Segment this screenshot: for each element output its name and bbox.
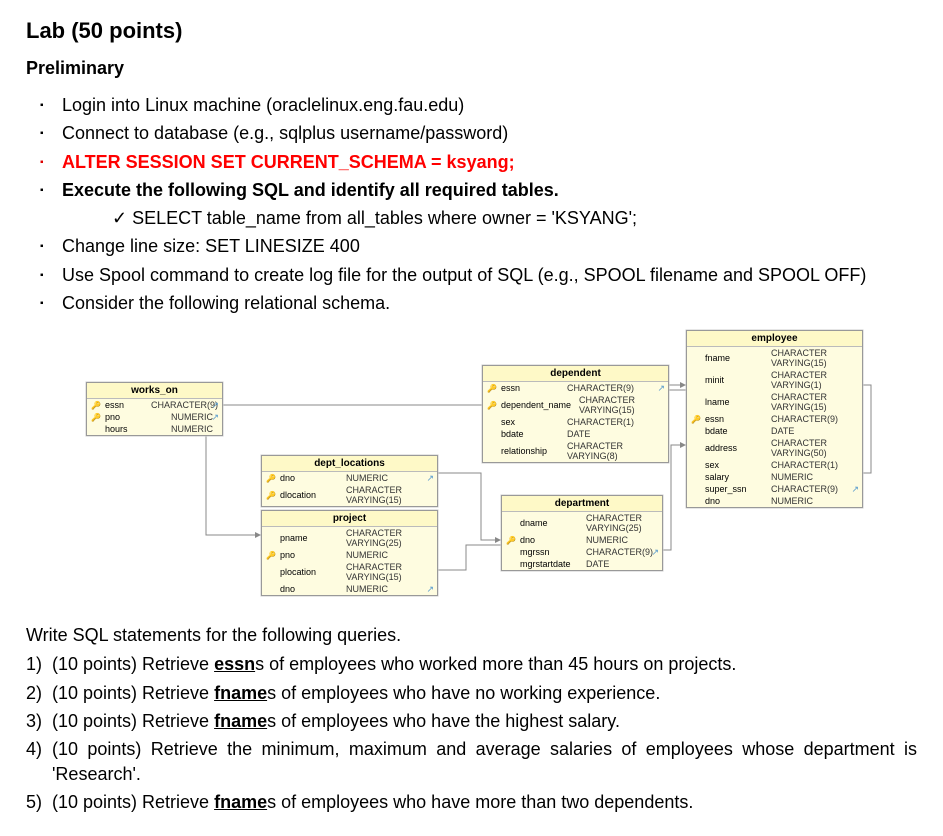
table-dept-locations: dept_locations 🔑dnoNUMERIC↗ 🔑dlocationCH… [261, 455, 438, 507]
table-dependent: dependent 🔑essnCHARACTER(9)↗ 🔑dependent_… [482, 365, 669, 463]
question-4: 4) (10 points) Retrieve the minimum, max… [26, 737, 917, 786]
prelim-select: SELECT table_name from all_tables where … [62, 206, 917, 230]
prelim-connect: Connect to database (e.g., sqlplus usern… [62, 121, 917, 145]
prelim-alter: ALTER SESSION SET CURRENT_SCHEMA = ksyan… [62, 150, 917, 174]
page-title: Lab (50 points) [26, 18, 917, 44]
prelim-consider: Consider the following relational schema… [62, 291, 917, 315]
question-1: 1) (10 points) Retrieve essns of employe… [26, 652, 917, 676]
prelim-linesize: Change line size: SET LINESIZE 400 [62, 234, 917, 258]
prelim-execute: Execute the following SQL and identify a… [62, 178, 917, 231]
table-department: department dnameCHARACTER VARYING(25) 🔑d… [501, 495, 663, 571]
table-project: project pnameCHARACTER VARYING(25) 🔑pnoN… [261, 510, 438, 596]
question-2: 2) (10 points) Retrieve fnames of employ… [26, 681, 917, 705]
table-works-on: works_on 🔑essnCHARACTER(9)↗ 🔑pnoNUMERIC↗… [86, 382, 223, 436]
section-preliminary: Preliminary [26, 58, 917, 79]
prelim-spool: Use Spool command to create log file for… [62, 263, 917, 287]
questions-intro: Write SQL statements for the following q… [26, 625, 917, 646]
question-3: 3) (10 points) Retrieve fnames of employ… [26, 709, 917, 733]
question-5: 5) (10 points) Retrieve fnames of employ… [26, 790, 917, 814]
prelim-login: Login into Linux machine (oraclelinux.en… [62, 93, 917, 117]
preliminary-list: Login into Linux machine (oraclelinux.en… [26, 93, 917, 315]
schema-diagram: works_on 🔑essnCHARACTER(9)↗ 🔑pnoNUMERIC↗… [86, 325, 876, 615]
questions-list: 1) (10 points) Retrieve essns of employe… [26, 652, 917, 814]
table-employee: employee fnameCHARACTER VARYING(15) mini… [686, 330, 863, 508]
